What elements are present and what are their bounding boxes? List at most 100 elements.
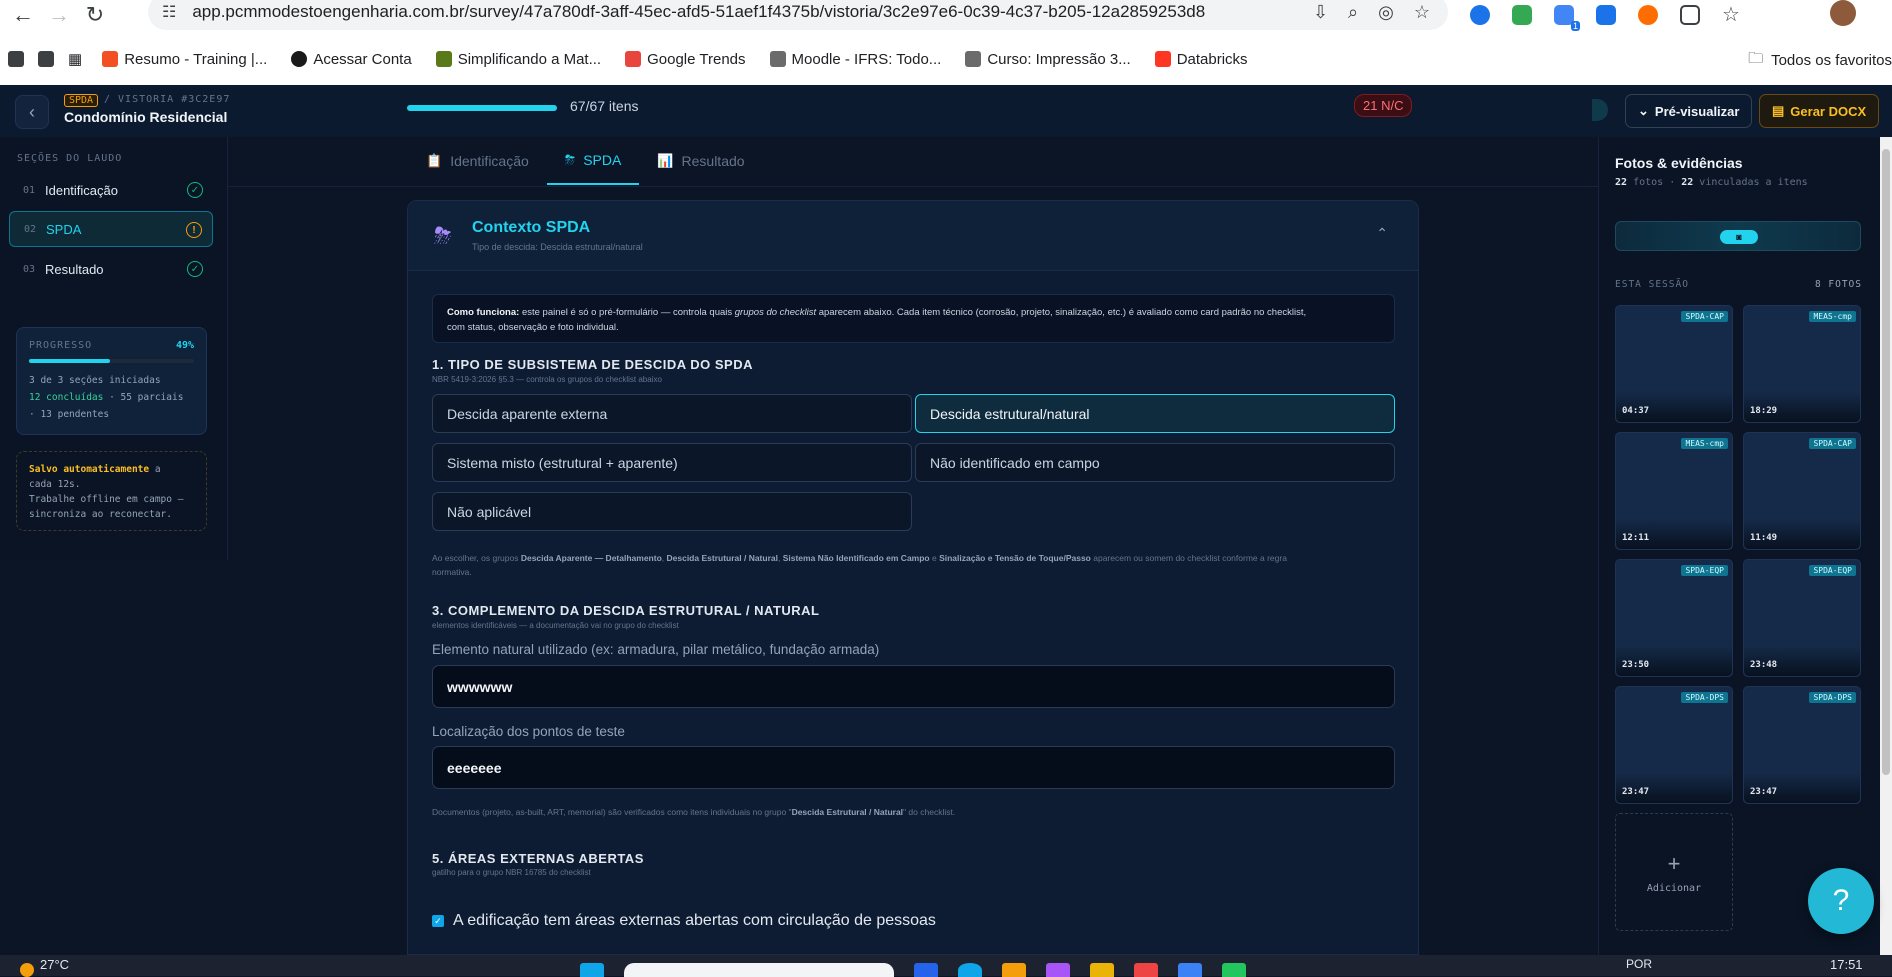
apps-grid-icon[interactable]: ▦ bbox=[68, 50, 82, 68]
checkbox-checked[interactable]: ✓ bbox=[432, 915, 444, 927]
bookmark-item[interactable]: Databricks bbox=[1154, 51, 1248, 68]
top-progress-text: 67/67 itens bbox=[570, 98, 639, 114]
extension-icon[interactable]: 1 bbox=[1554, 4, 1580, 31]
eye-slash-icon[interactable]: ◎ bbox=[1378, 2, 1394, 23]
site-info-icon[interactable]: ☷ bbox=[162, 2, 176, 22]
photo-thumbnail[interactable]: SPDA-DPS 23:47 bbox=[1743, 686, 1861, 804]
option-sistema-misto[interactable]: Sistema misto (estrutural + aparente) bbox=[432, 443, 912, 482]
page-scrollbar[interactable] bbox=[1880, 137, 1892, 955]
scrollbar-thumb[interactable] bbox=[1882, 149, 1890, 775]
photos-linked-label: vinculadas a itens bbox=[1693, 177, 1808, 188]
input-language[interactable]: POR bbox=[1626, 957, 1652, 971]
generate-docx-button[interactable]: ▤ Gerar DOCX bbox=[1759, 94, 1880, 128]
taskbar-app-icon[interactable] bbox=[958, 963, 982, 977]
back-button[interactable]: ‹ bbox=[15, 95, 49, 129]
puzzle-icon[interactable] bbox=[1680, 4, 1700, 25]
taskbar-app-icon[interactable] bbox=[1134, 963, 1158, 977]
note-text: " do checklist. bbox=[903, 807, 956, 817]
extension-badge: 1 bbox=[1570, 20, 1580, 31]
add-photo-button[interactable]: + Adicionar bbox=[1615, 813, 1733, 931]
nc-badge[interactable]: 21 N/C bbox=[1354, 94, 1413, 117]
natural-element-input[interactable] bbox=[432, 665, 1395, 708]
zoom-icon[interactable]: ⌕ bbox=[1348, 2, 1358, 23]
photo-thumbnail[interactable]: SPDA-EQP 23:48 bbox=[1743, 559, 1861, 677]
bookmark-item[interactable]: Acessar Conta bbox=[291, 51, 412, 68]
taskbar-app-icon[interactable] bbox=[914, 963, 938, 977]
all-bookmarks[interactable]: 🗀 Todos os favoritos bbox=[1748, 48, 1892, 73]
tab-resultado[interactable]: 📊 Resultado bbox=[639, 137, 762, 185]
option-nao-aplicavel[interactable]: Não aplicável bbox=[432, 492, 912, 531]
session-label: ESTA SESSÃO bbox=[1615, 279, 1689, 290]
bookmark-item[interactable]: Google Trends bbox=[625, 51, 746, 68]
autosave-line2: cada 12s. bbox=[29, 479, 81, 490]
tab-groups-icon[interactable] bbox=[8, 51, 24, 67]
sections-sidebar: SEÇÕES DO LAUDO 01 Identificação ✓ 02 SP… bbox=[0, 137, 228, 560]
sidebar-item-identificacao[interactable]: 01 Identificação ✓ bbox=[9, 172, 213, 208]
clock-time[interactable]: 17:51 bbox=[1830, 957, 1863, 972]
note-text: e bbox=[929, 553, 940, 563]
progress-partial: · 55 parciais bbox=[103, 392, 184, 403]
photo-thumbnail[interactable]: SPDA-DPS 23:47 bbox=[1615, 686, 1733, 804]
photo-time: 11:49 bbox=[1750, 533, 1778, 543]
tab-search-icon[interactable] bbox=[38, 51, 54, 67]
panel-toggle-edge[interactable] bbox=[1592, 99, 1608, 121]
option-descida-estrutural[interactable]: Descida estrutural/natural bbox=[915, 394, 1395, 433]
option-descida-aparente[interactable]: Descida aparente externa bbox=[432, 394, 912, 433]
extension-icon[interactable] bbox=[1512, 4, 1532, 25]
groups-note: Ao escolher, os grupos Descida Aparente … bbox=[432, 551, 1395, 579]
vistoria-id: / VISTORIA #3C2E97 bbox=[104, 94, 230, 105]
taskbar-search-input[interactable] bbox=[624, 963, 894, 977]
bookmark-item[interactable]: Moodle - IFRS: Todo... bbox=[769, 51, 941, 68]
taskbar-app-icon[interactable] bbox=[1090, 963, 1114, 977]
profile-avatar[interactable] bbox=[1830, 0, 1856, 26]
forward-arrow-icon[interactable]: → bbox=[46, 2, 72, 28]
reading-list-star-icon[interactable]: ☆ bbox=[1722, 2, 1740, 27]
option-nao-identificado[interactable]: Não identificado em campo bbox=[915, 443, 1395, 482]
windows-start-icon[interactable] bbox=[580, 963, 604, 977]
photo-thumbnail[interactable]: MEAS-cmp 18:29 bbox=[1743, 305, 1861, 423]
sidebar-item-label: SPDA bbox=[46, 221, 82, 237]
sidebar-item-spda[interactable]: 02 SPDA ! bbox=[9, 211, 213, 247]
install-app-icon[interactable]: ⇩ bbox=[1313, 2, 1328, 23]
card-header[interactable]: ⛈ Contexto SPDA Tipo de descida: Descida… bbox=[408, 201, 1418, 271]
photo-thumbnail[interactable]: SPDA-CAP 11:49 bbox=[1743, 432, 1861, 550]
capture-photo-button[interactable]: ◙ bbox=[1615, 221, 1861, 251]
bookmark-item[interactable]: Resumo - Training |... bbox=[102, 51, 267, 68]
photos-count-label: fotos · bbox=[1627, 177, 1682, 188]
help-button[interactable]: ? bbox=[1808, 868, 1874, 934]
back-arrow-icon[interactable]: ← bbox=[10, 2, 36, 28]
chevron-up-icon[interactable]: ⌃ bbox=[1376, 225, 1388, 242]
photo-tag: MEAS-cmp bbox=[1681, 438, 1728, 449]
photo-thumbnail[interactable]: SPDA-CAP 04:37 bbox=[1615, 305, 1733, 423]
extension-icon[interactable] bbox=[1596, 4, 1616, 25]
extension-icon[interactable] bbox=[1638, 4, 1658, 25]
photos-summary: 22 fotos · 22 vinculadas a itens bbox=[1615, 177, 1808, 188]
reload-icon[interactable]: ↻ bbox=[82, 2, 108, 28]
taskbar-app-icon[interactable] bbox=[1002, 963, 1026, 977]
chart-icon: 📊 bbox=[657, 153, 674, 168]
test-points-input[interactable] bbox=[432, 746, 1395, 789]
tab-spda[interactable]: ⛈ SPDA bbox=[546, 137, 640, 185]
weather-sun-icon bbox=[20, 963, 34, 977]
omnibox[interactable]: ☷ app.pcmmodestoengenharia.com.br/survey… bbox=[148, 0, 1448, 30]
url-text[interactable]: app.pcmmodestoengenharia.com.br/survey/4… bbox=[192, 2, 1205, 22]
bookmark-item[interactable]: Simplificando a Mat... bbox=[435, 51, 601, 68]
photo-tag: SPDA-DPS bbox=[1681, 692, 1728, 703]
taskbar-app-icon[interactable] bbox=[1178, 963, 1202, 977]
bookmark-star-icon[interactable]: ☆ bbox=[1414, 2, 1430, 23]
tab-identificacao[interactable]: 📋 Identificação bbox=[408, 137, 547, 185]
extension-icon[interactable] bbox=[1470, 4, 1490, 25]
photo-thumbnail[interactable]: MEAS-cmp 12:11 bbox=[1615, 432, 1733, 550]
taskbar-app-icon[interactable] bbox=[1046, 963, 1070, 977]
bookmark-item[interactable]: Curso: Impressão 3... bbox=[965, 51, 1131, 68]
document-icon: ▤ bbox=[1772, 103, 1785, 118]
photo-thumbnail[interactable]: SPDA-EQP 23:50 bbox=[1615, 559, 1733, 677]
note-text: Ao escolher, os grupos bbox=[432, 553, 521, 563]
checkbox-label[interactable]: A edificação tem áreas externas abertas … bbox=[453, 912, 936, 930]
sidebar-item-resultado[interactable]: 03 Resultado ✓ bbox=[9, 251, 213, 287]
browser-chrome: ← → ↻ ☷ app.pcmmodestoengenharia.com.br/… bbox=[0, 0, 1892, 85]
taskbar-app-icon[interactable] bbox=[1222, 963, 1246, 977]
preview-button[interactable]: ⌄ Pré-visualizar bbox=[1625, 94, 1753, 128]
weather-temp[interactable]: 27°C bbox=[40, 957, 69, 972]
external-areas-checkbox-row[interactable]: ✓ A edificação tem áreas externas aberta… bbox=[432, 912, 936, 930]
